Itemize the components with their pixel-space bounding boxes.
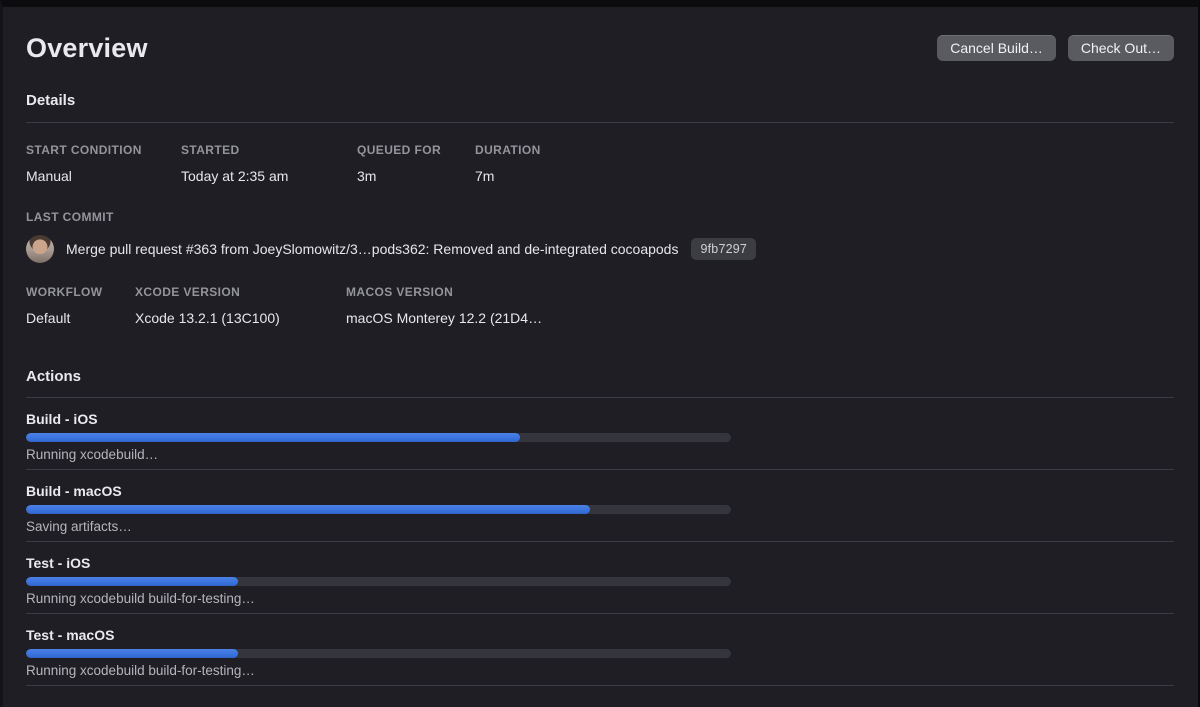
- detail-label: START CONDITION: [26, 143, 142, 157]
- check-out-button[interactable]: Check Out…: [1067, 35, 1174, 61]
- progress-bar: [26, 505, 731, 514]
- detail-start-condition: START CONDITION Manual: [26, 143, 181, 184]
- cancel-build-button[interactable]: Cancel Build…: [937, 35, 1056, 61]
- action-status: Running xcodebuild build-for-testing…: [26, 591, 255, 606]
- action-row-build-macos[interactable]: Build - macOS Saving artifacts…: [26, 470, 1174, 542]
- page-header: Overview Cancel Build… Check Out…: [26, 31, 1174, 65]
- actions-section-heading: Actions: [26, 368, 82, 385]
- last-commit-block: LAST COMMIT Merge pull request #363 from…: [26, 210, 1174, 263]
- detail-duration: DURATION 7m: [475, 143, 1174, 184]
- detail-label: WORKFLOW: [26, 285, 103, 299]
- details-section-heading: Details: [26, 92, 76, 109]
- detail-value: Manual: [26, 168, 72, 184]
- detail-value: macOS Monterey 12.2 (21D4…: [346, 310, 543, 326]
- detail-label: STARTED: [181, 143, 240, 157]
- commit-message: Merge pull request #363 from JoeySlomowi…: [66, 241, 679, 257]
- details-row-2: WORKFLOW Default XCODE VERSION Xcode 13.…: [26, 285, 1174, 326]
- detail-value: 7m: [475, 168, 495, 184]
- action-status: Saving artifacts…: [26, 519, 132, 534]
- detail-xcode-version: XCODE VERSION Xcode 13.2.1 (13C100): [135, 285, 346, 326]
- detail-started: STARTED Today at 2:35 am: [181, 143, 357, 184]
- detail-macos-version: MACOS VERSION macOS Monterey 12.2 (21D4…: [346, 285, 1174, 326]
- progress-fill: [26, 649, 238, 658]
- action-status: Running xcodebuild build-for-testing…: [26, 663, 255, 678]
- action-status: Running xcodebuild…: [26, 447, 159, 462]
- progress-bar: [26, 649, 731, 658]
- progress-fill: [26, 577, 238, 586]
- details-row-1: START CONDITION Manual STARTED Today at …: [26, 143, 1174, 184]
- detail-label: DURATION: [475, 143, 541, 157]
- action-title: Test - iOS: [26, 555, 91, 571]
- detail-label: XCODE VERSION: [135, 285, 241, 299]
- details-divider: [26, 122, 1174, 123]
- detail-value: Today at 2:35 am: [181, 168, 289, 184]
- detail-value: Default: [26, 310, 71, 326]
- action-row-build-ios[interactable]: Build - iOS Running xcodebuild…: [26, 398, 1174, 470]
- progress-fill: [26, 433, 520, 442]
- last-commit-row: Merge pull request #363 from JoeySlomowi…: [26, 235, 1174, 263]
- toolbar: Cancel Build… Check Out…: [937, 35, 1174, 61]
- page-title: Overview: [26, 32, 148, 63]
- detail-value: Xcode 13.2.1 (13C100): [135, 310, 280, 326]
- detail-value: 3m: [357, 168, 377, 184]
- progress-fill: [26, 505, 590, 514]
- last-commit-label: LAST COMMIT: [26, 210, 114, 224]
- progress-bar: [26, 433, 731, 442]
- actions-list: Build - iOS Running xcodebuild… Build - …: [26, 398, 1174, 686]
- build-overview-window: Overview Cancel Build… Check Out… Detail…: [0, 0, 1200, 707]
- detail-label: QUEUED FOR: [357, 143, 442, 157]
- action-row-test-ios[interactable]: Test - iOS Running xcodebuild build-for-…: [26, 542, 1174, 614]
- commit-hash-badge[interactable]: 9fb7297: [691, 238, 757, 260]
- detail-queued-for: QUEUED FOR 3m: [357, 143, 475, 184]
- commit-author-avatar: [26, 235, 54, 263]
- action-title: Build - iOS: [26, 411, 98, 427]
- action-title: Build - macOS: [26, 483, 122, 499]
- detail-workflow: WORKFLOW Default: [26, 285, 135, 326]
- detail-label: MACOS VERSION: [346, 285, 454, 299]
- action-title: Test - macOS: [26, 627, 115, 643]
- action-row-test-macos[interactable]: Test - macOS Running xcodebuild build-fo…: [26, 614, 1174, 686]
- progress-bar: [26, 577, 731, 586]
